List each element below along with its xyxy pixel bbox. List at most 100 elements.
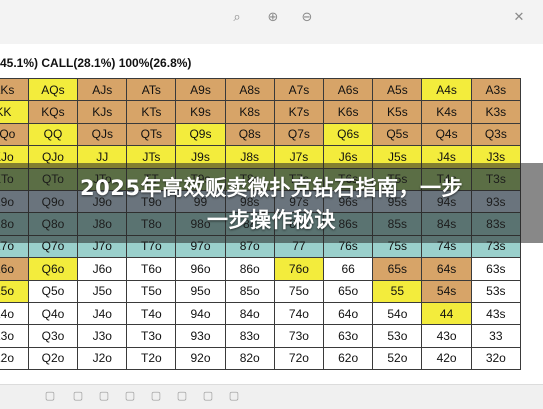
hand-cell: K9s	[175, 100, 226, 124]
hand-cell: QQ	[27, 122, 79, 147]
hand-cell: 54s	[421, 279, 472, 303]
hand-cell: 86o	[224, 257, 275, 281]
zoom-out-icon[interactable]: ⊖	[300, 11, 314, 25]
hand-cell: 82o	[224, 346, 275, 371]
hand-cell: Q5o	[27, 279, 79, 303]
hand-cell: K3s	[470, 100, 522, 124]
banner-title: 2025年高效贩卖微扑克钻石指南，一步 一步操作秘诀	[0, 172, 543, 236]
hand-cell: KTs	[126, 100, 177, 124]
hand-cell: 95o	[175, 279, 226, 303]
hand-cell: 62o	[323, 346, 374, 371]
page-icon[interactable]: ▢	[98, 390, 110, 402]
hand-cell: ATs	[126, 77, 177, 102]
hand-cell: T6o	[126, 257, 177, 281]
banner-title-line-2: 一步操作秘诀	[207, 208, 336, 232]
hand-cell: 63o	[323, 324, 374, 348]
bottom-thumbnail-bar: ▢ ▢ ▢ ▢ ▢ ▢ ▢ ▢	[0, 384, 543, 409]
hand-cell: 84o	[224, 301, 275, 326]
close-icon[interactable]: ✕	[512, 11, 526, 25]
hand-cell: A4s	[421, 77, 472, 102]
hand-cell: K5o	[0, 279, 29, 303]
hand-cell: 53s	[470, 279, 522, 303]
hand-cell: K3o	[0, 324, 29, 348]
hand-cell: Q4o	[27, 301, 79, 326]
page-icon[interactable]: ▢	[44, 390, 56, 402]
page-icon[interactable]: ▢	[150, 390, 162, 402]
hand-cell: A8s	[224, 77, 275, 102]
hand-cell: Q9s	[175, 122, 226, 147]
hand-cell: Q7s	[273, 122, 325, 147]
hand-cell: J4o	[77, 301, 128, 326]
hand-cell: K4s	[421, 100, 472, 124]
hand-cell: KQs	[27, 100, 79, 124]
hand-cell: QJs	[77, 122, 128, 147]
hand-cell: 83o	[224, 324, 275, 348]
hand-cell: 53o	[372, 324, 423, 348]
hand-cell: 32o	[470, 346, 522, 371]
hand-cell: Q4s	[421, 122, 472, 147]
hand-cell: 52o	[372, 346, 423, 371]
hand-cell: 44	[421, 301, 472, 326]
hand-cell: T5o	[126, 279, 177, 303]
hand-cell: 64o	[323, 301, 374, 326]
hand-cell: KJs	[77, 100, 128, 124]
grid-row: K6oQ6oJ6oT6o96o86o76o6665s64s63s	[0, 257, 522, 281]
hand-cell: 54o	[372, 301, 423, 326]
hand-cell: Q8s	[224, 122, 275, 147]
hand-cell: T4o	[126, 301, 177, 326]
hand-cell: 43o	[421, 324, 472, 348]
hand-cell: A7s	[273, 77, 325, 102]
hand-cell: Q3o	[27, 324, 79, 348]
hand-cell: Q6o	[27, 257, 79, 281]
hand-cell: AQs	[27, 77, 79, 102]
page-icon[interactable]: ▢	[228, 390, 240, 402]
search-icon[interactable]: ⌕	[230, 11, 244, 25]
hand-cell: 43s	[470, 301, 522, 326]
hand-cell: Q6s	[323, 122, 374, 147]
hand-cell: 65s	[372, 257, 423, 281]
hand-cell: K6o	[0, 257, 29, 281]
hand-cell: J5o	[77, 279, 128, 303]
hand-cell: T3o	[126, 324, 177, 348]
page-icon[interactable]: ▢	[124, 390, 136, 402]
page-icon[interactable]: ▢	[72, 390, 84, 402]
hand-cell: QTs	[126, 122, 177, 147]
hand-cell: 64s	[421, 257, 472, 281]
hand-cell: AJs	[77, 77, 128, 102]
hand-cell: A6s	[323, 77, 374, 102]
hand-cell: 75o	[273, 279, 325, 303]
hand-cell: 74o	[273, 301, 325, 326]
hand-cell: K8s	[224, 100, 275, 124]
hand-cell: K4o	[0, 301, 29, 326]
hand-cell: K7s	[273, 100, 325, 124]
page-icon[interactable]: ▢	[176, 390, 188, 402]
hand-cell: T2o	[126, 346, 177, 371]
grid-row: K3oQ3oJ3oT3o93o83o73o63o53o43o33	[0, 324, 522, 348]
hand-cell: 72o	[273, 346, 325, 371]
hand-cell: A9s	[175, 77, 226, 102]
hand-cell: 96o	[175, 257, 226, 281]
grid-row: K2oQ2oJ2oT2o92o82o72o62o52o42o32o	[0, 346, 522, 371]
grid-row: KKKQsKJsKTsK9sK8sK7sK6sK5sK4sK3s	[0, 100, 522, 124]
hand-cell: 55	[372, 279, 423, 303]
hand-cell: 63s	[470, 257, 522, 281]
hand-cell: 93o	[175, 324, 226, 348]
hand-cell: K5s	[372, 100, 423, 124]
hand-cell: Q2o	[27, 346, 79, 371]
hand-cell: 85o	[224, 279, 275, 303]
hand-cell: K6s	[323, 100, 374, 124]
zoom-in-icon[interactable]: ⊕	[266, 11, 280, 25]
hand-cell: 73o	[273, 324, 325, 348]
hand-cell: Q5s	[372, 122, 423, 147]
hand-cell: 33	[470, 324, 522, 348]
banner-title-line-1: 2025年高效贩卖微扑克钻石指南，一步	[80, 176, 463, 200]
hand-cell: 76o	[273, 257, 325, 281]
hand-cell: 65o	[323, 279, 374, 303]
hand-cell: 94o	[175, 301, 226, 326]
grid-row: K5oQ5oJ5oT5o95o85o75o65o5554s53s	[0, 279, 522, 303]
page-icon[interactable]: ▢	[202, 390, 214, 402]
hand-cell: AKs	[0, 77, 29, 102]
hand-cell: Q3s	[470, 122, 522, 147]
range-header: 45.1%) CALL(28.1%) 100%(26.8%)	[0, 56, 192, 70]
hand-cell: KK	[0, 100, 29, 124]
